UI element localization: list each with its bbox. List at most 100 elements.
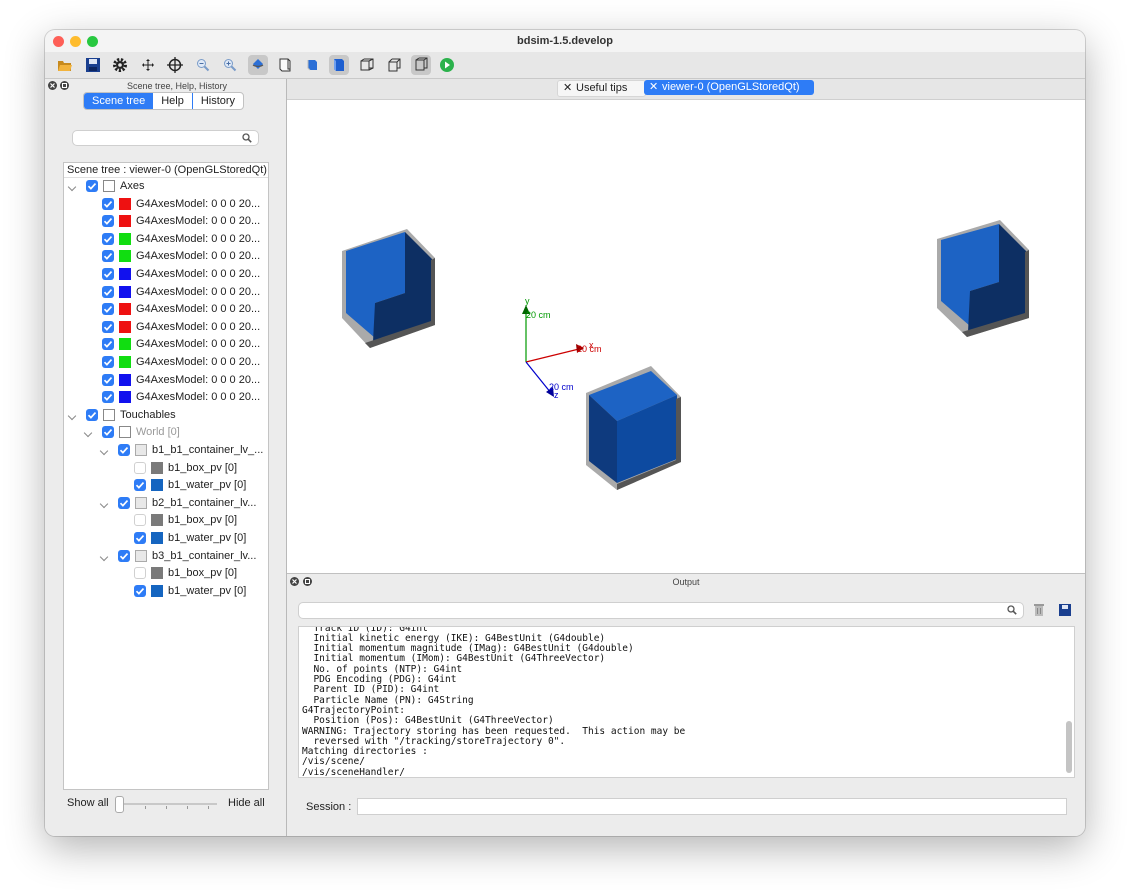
color-swatch[interactable] [135, 444, 147, 456]
tree-row[interactable]: G4AxesModel: 0 0 0 20... [64, 336, 268, 353]
chevron-down-icon[interactable] [67, 182, 77, 192]
output-scrollbar[interactable] [1066, 721, 1072, 773]
zoom-in-icon[interactable] [220, 55, 240, 75]
move-icon[interactable] [138, 55, 158, 75]
chevron-down-icon[interactable] [99, 446, 109, 456]
trash-icon[interactable] [1033, 603, 1045, 617]
output-log[interactable]: Track ID (ID): G4int Initial kinetic ene… [298, 626, 1075, 778]
tree-row[interactable]: b1_water_pv [0] [64, 583, 268, 600]
visibility-checkbox[interactable] [102, 426, 114, 439]
perspective-icon[interactable] [357, 55, 377, 75]
tree-row[interactable]: G4AxesModel: 0 0 0 20... [64, 354, 268, 371]
ortho-icon[interactable] [385, 55, 405, 75]
visibility-checkbox[interactable] [102, 197, 114, 210]
zoom-out-icon[interactable] [193, 55, 213, 75]
wireframe-icon[interactable] [411, 55, 431, 75]
tree-row[interactable]: World [0] [64, 424, 268, 441]
color-swatch[interactable] [119, 391, 131, 404]
chevron-down-icon[interactable] [83, 429, 93, 438]
visibility-checkbox[interactable] [118, 496, 130, 509]
visibility-checkbox[interactable] [134, 567, 146, 580]
tree-row[interactable]: G4AxesModel: 0 0 0 20... [64, 284, 268, 301]
color-swatch[interactable] [151, 514, 163, 527]
color-swatch[interactable] [135, 549, 147, 562]
save-icon[interactable] [83, 55, 103, 75]
visibility-checkbox[interactable] [102, 303, 114, 316]
tree-row[interactable]: b1_box_pv [0] [64, 565, 268, 582]
tree-row[interactable]: b3_b1_container_lv... [64, 548, 268, 565]
tab-history[interactable]: History [191, 93, 243, 109]
tree-row[interactable]: G4AxesModel: 0 0 0 20... [64, 319, 268, 336]
color-swatch[interactable] [119, 250, 131, 263]
opengl-viewer[interactable]: y 20 cm x 20 cm z 20 cm [287, 100, 1085, 573]
visibility-checkbox[interactable] [102, 373, 114, 386]
close-tab-icon[interactable]: ✕ [563, 81, 572, 96]
settings-gear-icon[interactable] [110, 55, 130, 75]
save-output-icon[interactable] [1059, 604, 1071, 616]
color-swatch[interactable] [119, 373, 131, 386]
color-swatch[interactable] [151, 479, 163, 492]
tree-row[interactable]: Axes [64, 178, 268, 195]
visibility-checkbox[interactable] [102, 285, 114, 298]
visibility-checkbox[interactable] [102, 250, 114, 263]
chevron-down-icon[interactable] [99, 552, 109, 561]
open-folder-icon[interactable] [55, 55, 75, 75]
tree-row[interactable]: G4AxesModel: 0 0 0 20... [64, 231, 268, 248]
visibility-checkbox[interactable] [134, 461, 146, 474]
color-swatch[interactable] [119, 338, 131, 351]
color-swatch[interactable] [103, 408, 115, 421]
tree-row[interactable]: G4AxesModel: 0 0 0 20... [64, 196, 268, 213]
scene-canvas[interactable] [287, 100, 1085, 573]
visibility-checkbox[interactable] [118, 444, 130, 456]
float-panel-icon[interactable] [60, 81, 69, 90]
chevron-down-icon[interactable] [99, 499, 109, 509]
tab-useful-tips[interactable]: ✕ Useful tips [557, 80, 646, 97]
close-tab-icon[interactable]: ✕ [649, 80, 658, 95]
tree-row[interactable]: b1_box_pv [0] [64, 460, 268, 477]
hidden-line-icon[interactable] [275, 55, 295, 75]
tree-row[interactable]: Touchables [64, 407, 268, 424]
close-panel-icon[interactable] [48, 81, 57, 90]
color-swatch[interactable] [119, 197, 131, 210]
color-swatch[interactable] [103, 180, 115, 192]
chevron-down-icon[interactable] [67, 411, 77, 421]
visibility-checkbox[interactable] [102, 268, 114, 280]
color-swatch[interactable] [151, 461, 163, 474]
tree-row[interactable]: b1_box_pv [0] [64, 512, 268, 529]
rotate-icon[interactable] [248, 55, 268, 75]
tree-row[interactable]: b1_b1_container_lv_... [64, 442, 268, 459]
visibility-checkbox[interactable] [86, 408, 98, 421]
tree-row[interactable]: G4AxesModel: 0 0 0 20... [64, 389, 268, 406]
color-swatch[interactable] [119, 268, 131, 280]
color-swatch[interactable] [119, 303, 131, 316]
tab-help[interactable]: Help [153, 93, 192, 109]
visibility-checkbox[interactable] [102, 338, 114, 351]
tree-row[interactable]: G4AxesModel: 0 0 0 20... [64, 372, 268, 389]
color-swatch[interactable] [119, 356, 131, 368]
minimize-window-button[interactable] [70, 36, 81, 47]
zoom-window-button[interactable] [87, 36, 98, 47]
color-swatch[interactable] [119, 320, 131, 333]
close-window-button[interactable] [53, 36, 64, 47]
color-swatch[interactable] [119, 285, 131, 298]
color-swatch[interactable] [119, 215, 131, 228]
output-filter-input[interactable] [298, 602, 1024, 619]
tree-row[interactable]: G4AxesModel: 0 0 0 20... [64, 248, 268, 265]
visibility-checkbox[interactable] [134, 532, 146, 544]
visibility-checkbox[interactable] [102, 356, 114, 368]
scene-search-input[interactable] [72, 130, 259, 146]
visibility-checkbox[interactable] [118, 549, 130, 562]
color-swatch[interactable] [119, 426, 131, 439]
visibility-checkbox[interactable] [102, 391, 114, 404]
solid-icon[interactable] [329, 55, 349, 75]
tree-row[interactable]: G4AxesModel: 0 0 0 20... [64, 266, 268, 283]
color-swatch[interactable] [119, 232, 131, 245]
visibility-checkbox[interactable] [134, 514, 146, 527]
visibility-checkbox[interactable] [86, 180, 98, 192]
surface-icon[interactable] [302, 55, 322, 75]
visibility-slider-handle[interactable] [115, 796, 124, 813]
session-input[interactable] [357, 798, 1067, 815]
visibility-checkbox[interactable] [134, 584, 146, 597]
tab-viewer-0[interactable]: ✕ viewer-0 (OpenGLStoredQt) [644, 80, 814, 95]
color-swatch[interactable] [151, 567, 163, 580]
